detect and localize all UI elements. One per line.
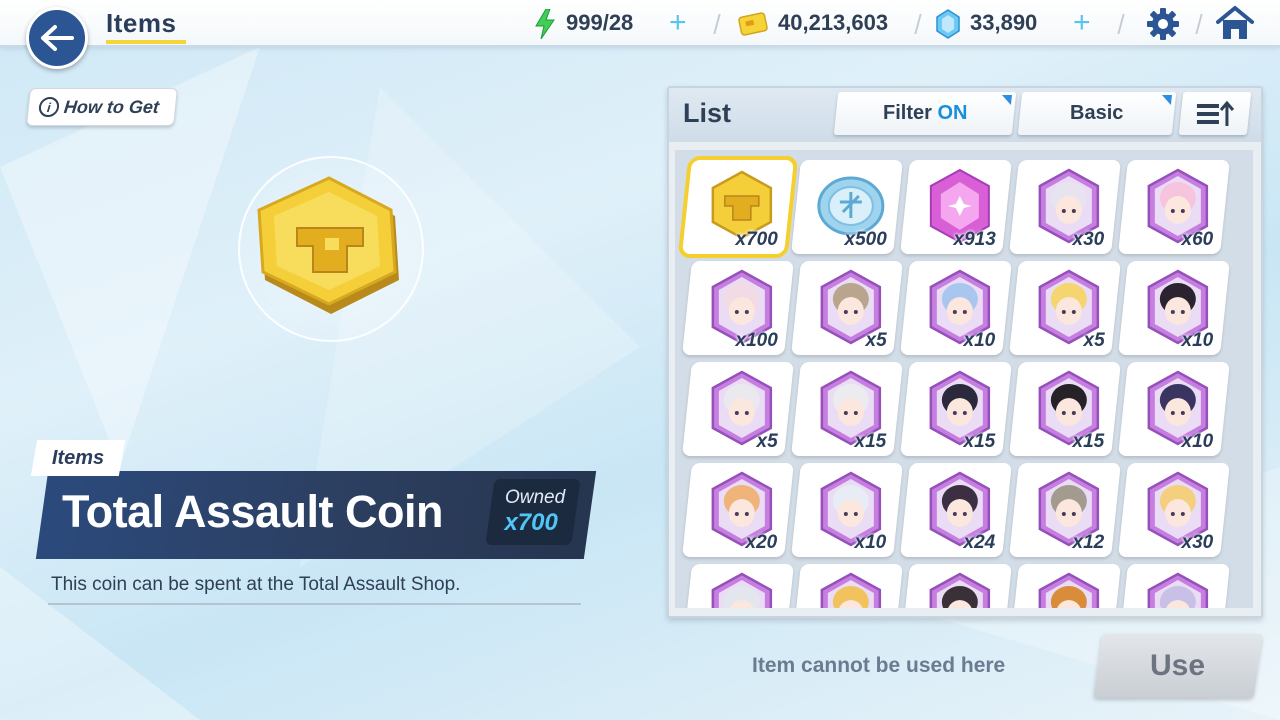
item-slot[interactable]: x60 <box>1118 160 1230 254</box>
how-to-get-button[interactable]: i How to Get <box>26 88 178 126</box>
item-slot[interactable]: x100 <box>682 261 794 355</box>
item-category-tag: Items <box>30 440 126 476</box>
item-slot[interactable]: x5 <box>1009 261 1121 355</box>
item-quantity: x15 <box>1072 431 1105 452</box>
item-slot[interactable]: x15 <box>791 362 903 456</box>
item-slot[interactable] <box>1009 564 1121 608</box>
item-slot[interactable]: x20 <box>682 463 794 557</box>
item-slot[interactable]: x30 <box>1118 463 1230 557</box>
item-slot-selected[interactable]: x700 <box>682 160 794 254</box>
owned-count-box: Owned x700 <box>485 479 581 545</box>
item-slot[interactable]: x15 <box>900 362 1012 456</box>
item-quantity: x15 <box>963 431 996 452</box>
dropdown-corner-icon <box>1000 95 1012 105</box>
filter-label: Filter <box>882 102 932 124</box>
item-quantity: x500 <box>844 229 887 250</box>
home-icon[interactable] <box>1216 5 1254 41</box>
item-quantity: x24 <box>963 532 996 553</box>
description-divider <box>48 603 581 605</box>
item-slot[interactable]: x913 <box>900 160 1012 254</box>
item-category-label: Items <box>51 446 105 469</box>
use-button[interactable]: Use <box>1093 634 1263 698</box>
item-slot[interactable] <box>900 564 1012 608</box>
item-slot[interactable]: x10 <box>900 261 1012 355</box>
back-button[interactable] <box>26 7 88 69</box>
item-slot[interactable]: x15 <box>1009 362 1121 456</box>
item-quantity: x30 <box>1181 532 1214 553</box>
item-quantity: x700 <box>735 229 778 250</box>
item-quantity: x30 <box>1072 229 1105 250</box>
filter-button[interactable]: Filter ON <box>833 92 1017 135</box>
item-quantity: x60 <box>1181 229 1214 250</box>
item-quantity: x5 <box>865 330 887 351</box>
item-quantity: x10 <box>1181 330 1214 351</box>
item-slot[interactable]: x12 <box>1009 463 1121 557</box>
total-assault-coin-large-icon <box>257 176 399 314</box>
student-eleph-icon <box>1143 570 1213 608</box>
pyroxene-counter: 33,890 <box>970 10 1038 35</box>
sort-label: Basic <box>1070 102 1124 124</box>
item-quantity: x20 <box>745 532 778 553</box>
pyroxene-add-button[interactable]: + <box>1073 8 1091 38</box>
item-slot[interactable]: x10 <box>791 463 903 557</box>
sort-order-icon <box>1197 100 1235 126</box>
sort-button[interactable]: Basic <box>1017 92 1177 135</box>
ap-lightning-icon <box>535 9 555 39</box>
arrow-left-icon <box>41 25 74 51</box>
item-quantity: x15 <box>854 431 887 452</box>
student-eleph-icon <box>925 570 995 608</box>
sort-order-button[interactable] <box>1178 92 1252 135</box>
item-quantity: x10 <box>1181 431 1214 452</box>
item-slot[interactable]: x5 <box>682 362 794 456</box>
owned-label: Owned <box>504 487 566 508</box>
title-underline <box>106 40 186 44</box>
list-title: List <box>683 98 732 128</box>
gear-icon[interactable] <box>1145 6 1181 42</box>
credit-card-icon <box>738 12 768 36</box>
student-eleph-icon <box>707 570 777 608</box>
dropdown-corner-icon <box>1160 95 1172 105</box>
item-slot[interactable]: x5 <box>791 261 903 355</box>
use-button-label: Use <box>1150 649 1206 682</box>
item-name: Total Assault Coin <box>62 486 444 537</box>
item-slot[interactable] <box>1118 564 1230 608</box>
item-quantity: x913 <box>953 229 996 250</box>
use-unavailable-message: Item cannot be used here <box>752 654 1006 677</box>
item-quantity: x5 <box>756 431 778 452</box>
student-eleph-icon <box>1034 570 1104 608</box>
student-eleph-icon <box>816 570 886 608</box>
item-grid[interactable]: x700 x500 x913 x30 x60 x100 x5 x10 x5 x10 x5 x15 x15… <box>675 150 1253 608</box>
ap-counter: 999/28 <box>566 10 634 35</box>
item-slot[interactable]: x500 <box>791 160 903 254</box>
item-quantity: x10 <box>963 330 996 351</box>
owned-value: x700 <box>504 509 559 536</box>
page-title: Items <box>106 8 177 38</box>
item-slot[interactable]: x10 <box>1118 261 1230 355</box>
credits-counter: 40,213,603 <box>778 10 889 35</box>
item-quantity: x5 <box>1083 330 1105 351</box>
item-quantity: x100 <box>735 330 778 351</box>
item-quantity: x12 <box>1072 532 1105 553</box>
item-slot[interactable]: x10 <box>1118 362 1230 456</box>
item-slot[interactable]: x30 <box>1009 160 1121 254</box>
item-quantity: x10 <box>854 532 887 553</box>
item-slot[interactable]: x24 <box>900 463 1012 557</box>
item-slot[interactable] <box>682 564 794 608</box>
item-slot[interactable] <box>791 564 903 608</box>
info-icon: i <box>37 97 61 117</box>
pyroxene-icon <box>936 9 960 39</box>
item-description: This coin can be spent at the Total Assa… <box>51 574 461 595</box>
how-to-get-label: How to Get <box>63 96 161 117</box>
ap-add-button[interactable]: + <box>669 8 687 38</box>
filter-state: ON <box>937 102 968 124</box>
